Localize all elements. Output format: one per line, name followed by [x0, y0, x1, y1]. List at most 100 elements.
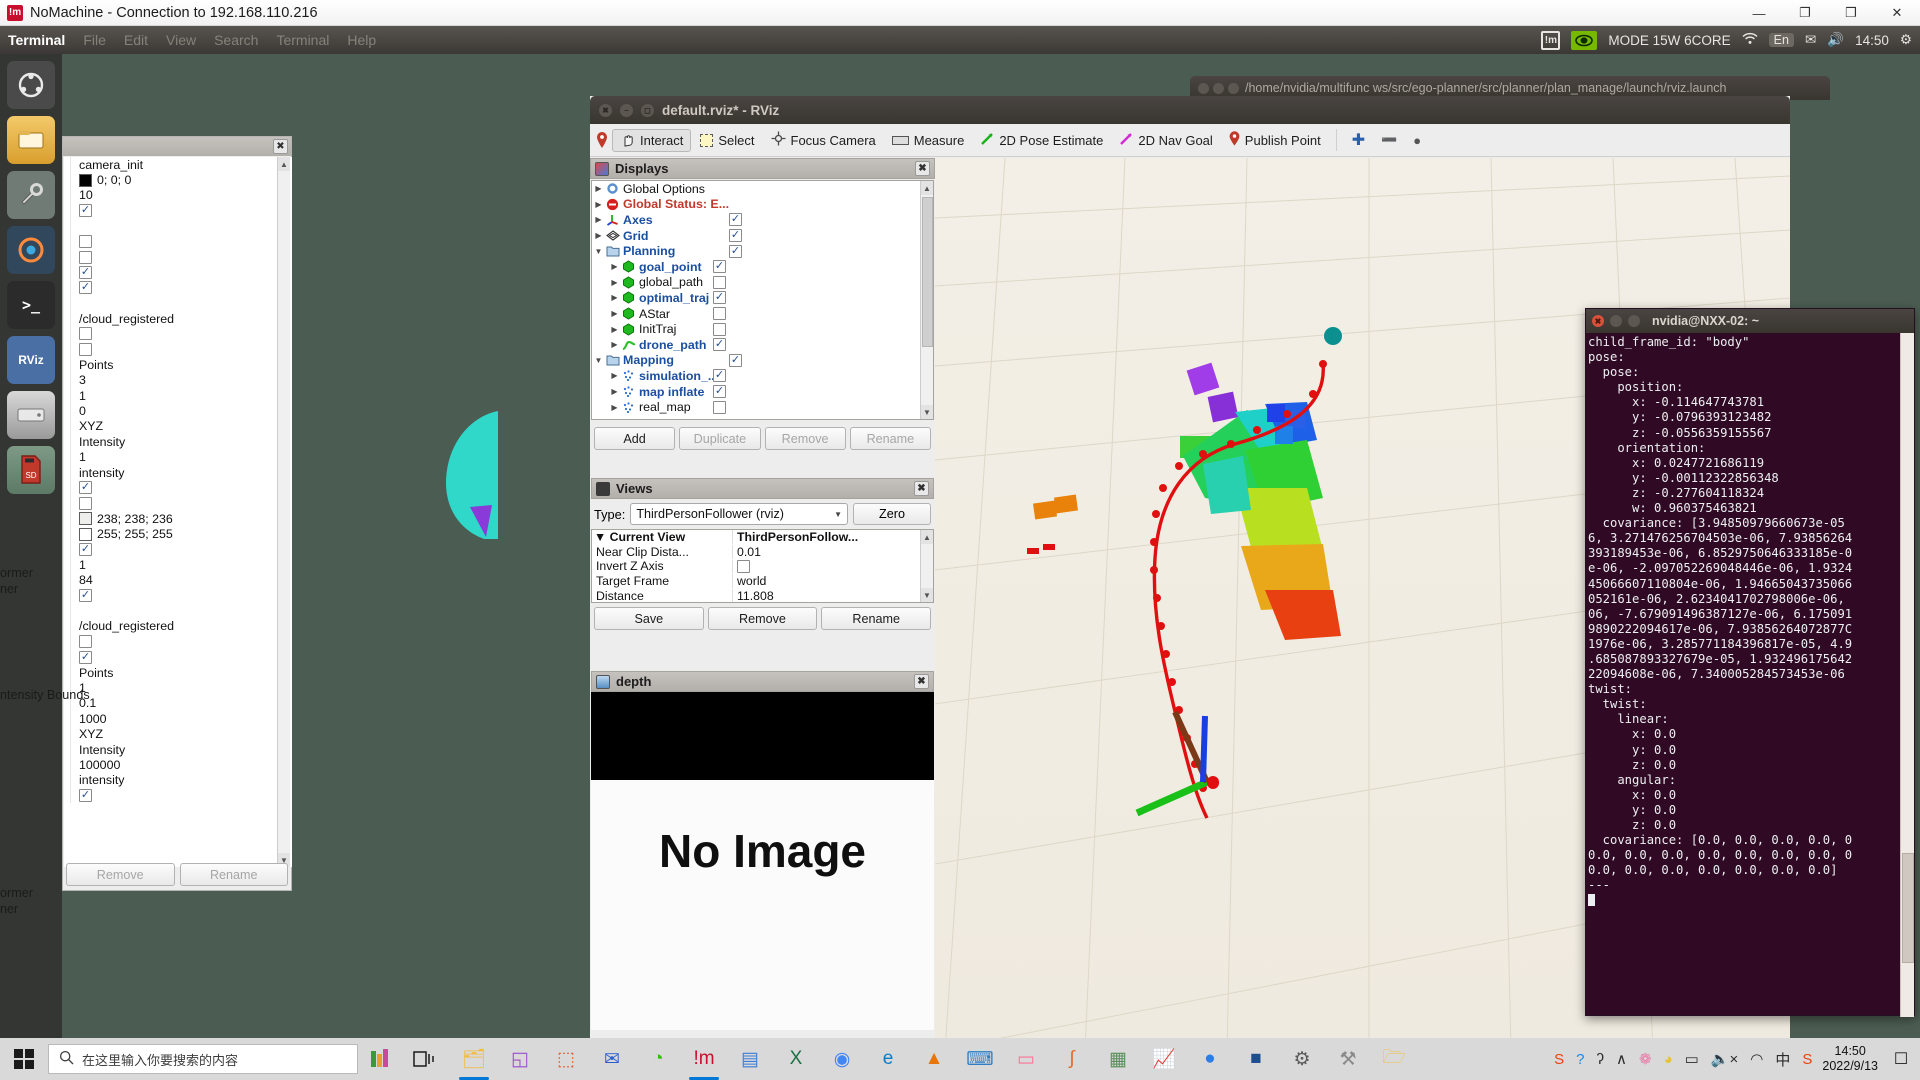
close-dot-icon[interactable]: [1198, 82, 1209, 94]
tool-properties-icon[interactable]: ●: [1406, 130, 1428, 151]
property-row[interactable]: [70, 634, 292, 650]
display-visibility-checkbox[interactable]: ✓: [713, 385, 726, 399]
remove-tool-icon[interactable]: ➖: [1374, 129, 1404, 151]
property-checkbox[interactable]: [79, 342, 92, 356]
view-property-value[interactable]: world: [732, 574, 766, 589]
taskbar-chart-icon[interactable]: 📈: [1142, 1038, 1186, 1080]
property-row[interactable]: ✓: [70, 264, 292, 281]
taskbar-photos-icon[interactable]: ◱: [498, 1038, 542, 1080]
expanded-arrow-icon[interactable]: ▼: [592, 247, 605, 256]
display-item-global-options[interactable]: ▶ Global Options: [592, 181, 920, 197]
collapsed-arrow-icon[interactable]: ▶: [608, 387, 621, 396]
property-row[interactable]: Intensity: [70, 434, 292, 450]
property-row[interactable]: intensity: [70, 464, 292, 481]
scroll-up-icon[interactable]: ▲: [921, 181, 933, 195]
add-display-button[interactable]: Add: [594, 427, 676, 450]
taskbar-edge-icon[interactable]: e: [866, 1038, 910, 1080]
property-row[interactable]: 1: [70, 680, 292, 696]
toolbar-pin-icon[interactable]: [594, 128, 610, 152]
color-swatch[interactable]: [79, 173, 92, 187]
taskbar-search-box[interactable]: 在这里输入你要搜索的内容: [48, 1044, 358, 1074]
property-row[interactable]: 255; 255; 255: [70, 526, 292, 542]
display-visibility-checkbox[interactable]: ✓: [729, 213, 742, 227]
pointcloud-properties-scrollbar[interactable]: ▲ ▼: [277, 157, 290, 867]
display-visibility-checkbox[interactable]: [713, 322, 726, 336]
launcher-item-rviz[interactable]: RViz: [7, 336, 55, 384]
view-property-value[interactable]: 11.808: [732, 588, 774, 602]
display-visibility-checkbox[interactable]: ✓: [713, 338, 726, 352]
display-item-planning[interactable]: ▼ Planning ✓: [592, 243, 920, 259]
maximize-button[interactable]: ❐: [1782, 0, 1828, 26]
remove-display-button[interactable]: Remove: [764, 427, 846, 450]
terminal-close-icon[interactable]: ✖: [1592, 315, 1604, 327]
task-view-icon[interactable]: [402, 1038, 446, 1080]
displays-scrollbar[interactable]: ▲ ▼: [920, 181, 933, 419]
view-property-row[interactable]: Near Clip Dista... 0.01: [592, 544, 920, 560]
property-row[interactable]: XYZ: [70, 418, 292, 435]
add-tool-icon[interactable]: ✚: [1345, 127, 1372, 153]
tray-show-hidden-icons-chevron[interactable]: ∧: [1616, 1050, 1627, 1068]
property-row[interactable]: ✓: [70, 480, 292, 496]
display-item-map-inflate[interactable]: ▶ map inflate ✓: [592, 384, 920, 400]
menu-help[interactable]: Help: [347, 32, 376, 48]
property-row[interactable]: 10: [70, 187, 292, 204]
view-property-row[interactable]: Distance 11.808: [592, 588, 920, 602]
display-visibility-checkbox[interactable]: ✓: [713, 260, 726, 274]
property-row[interactable]: /cloud_registered: [70, 618, 292, 635]
terminal-output[interactable]: child_frame_id: "body" pose: pose: posit…: [1586, 333, 1902, 1017]
restore-button[interactable]: ❒: [1828, 0, 1874, 26]
tool-measure[interactable]: Measure: [885, 130, 972, 151]
taskbar-bilibili-icon[interactable]: ▭: [1004, 1038, 1048, 1080]
collapsed-arrow-icon[interactable]: ▶: [608, 278, 621, 287]
display-item-astar[interactable]: ▶ AStar: [592, 306, 920, 322]
scrollbar-thumb[interactable]: [1902, 853, 1914, 963]
property-checkbox[interactable]: [79, 327, 92, 341]
property-row[interactable]: 100000: [70, 757, 292, 773]
duplicate-display-button[interactable]: Duplicate: [679, 427, 761, 450]
collapsed-arrow-icon[interactable]: ▶: [608, 371, 621, 380]
launcher-item-dash[interactable]: [7, 61, 55, 109]
display-item-grid[interactable]: ▶ Grid ✓: [592, 228, 920, 244]
taskbar-folder2-icon[interactable]: 🗁: [1372, 1038, 1416, 1080]
remove-view-button[interactable]: Remove: [707, 607, 818, 630]
taskbar-wechat-icon[interactable]: ◔: [636, 1038, 680, 1080]
property-checkbox[interactable]: ✓: [79, 542, 92, 556]
property-checkbox[interactable]: ✓: [79, 204, 92, 218]
taskbar-clock[interactable]: 14:50 2022/9/13: [1822, 1044, 1878, 1074]
depth-panel-close-icon[interactable]: ✖: [914, 674, 929, 689]
property-row[interactable]: 3: [70, 372, 292, 388]
collapsed-arrow-icon[interactable]: ▶: [592, 200, 605, 209]
launcher-item-disk[interactable]: [7, 391, 55, 439]
taskbar-nomachine-icon[interactable]: !m: [682, 1038, 726, 1080]
collapsed-arrow-icon[interactable]: ▶: [608, 309, 621, 318]
taskbar-terminal2-icon[interactable]: ■: [1234, 1038, 1278, 1080]
property-row[interactable]: [70, 495, 292, 511]
gear-icon[interactable]: ⚙: [1900, 32, 1912, 48]
displays-panel-close-icon[interactable]: ✖: [915, 161, 930, 176]
property-row[interactable]: 0.1: [70, 695, 292, 712]
property-row[interactable]: 1: [70, 557, 292, 573]
tool-select[interactable]: Select: [693, 130, 761, 151]
launcher-item-terminal[interactable]: >_: [7, 281, 55, 329]
action-center-icon[interactable]: ☐: [1888, 1049, 1914, 1069]
tray-people-icon[interactable]: ʔ: [1597, 1051, 1605, 1068]
launcher-item-files[interactable]: [7, 116, 55, 164]
display-item-global-path[interactable]: ▶ global_path: [592, 275, 920, 291]
taskbar-chrome-icon[interactable]: ◉: [820, 1038, 864, 1080]
tool-interact[interactable]: Interact: [612, 128, 692, 152]
start-button[interactable]: [0, 1038, 48, 1080]
tool-2d-nav-goal[interactable]: 2D Nav Goal: [1112, 129, 1219, 152]
taskbar-remote-desktop-icon[interactable]: ⬚: [544, 1038, 588, 1080]
display-item-axes[interactable]: ▶ Axes ✓: [592, 212, 920, 228]
rviz-close-dot-icon[interactable]: ✖: [599, 103, 612, 117]
collapsed-arrow-icon[interactable]: ▶: [608, 340, 621, 349]
zero-view-button[interactable]: Zero: [853, 503, 931, 525]
tray-ime-chinese-icon[interactable]: 中: [1775, 1049, 1790, 1070]
property-row[interactable]: ✓: [70, 587, 292, 604]
property-checkbox[interactable]: ✓: [79, 650, 92, 664]
view-property-row[interactable]: Target Frame world: [592, 574, 920, 589]
display-visibility-checkbox[interactable]: ✓: [729, 244, 742, 258]
property-row[interactable]: [70, 233, 292, 250]
taskbar-excel-icon[interactable]: X: [774, 1038, 818, 1080]
tool-2d-pose-estimate[interactable]: 2D Pose Estimate: [973, 129, 1110, 152]
